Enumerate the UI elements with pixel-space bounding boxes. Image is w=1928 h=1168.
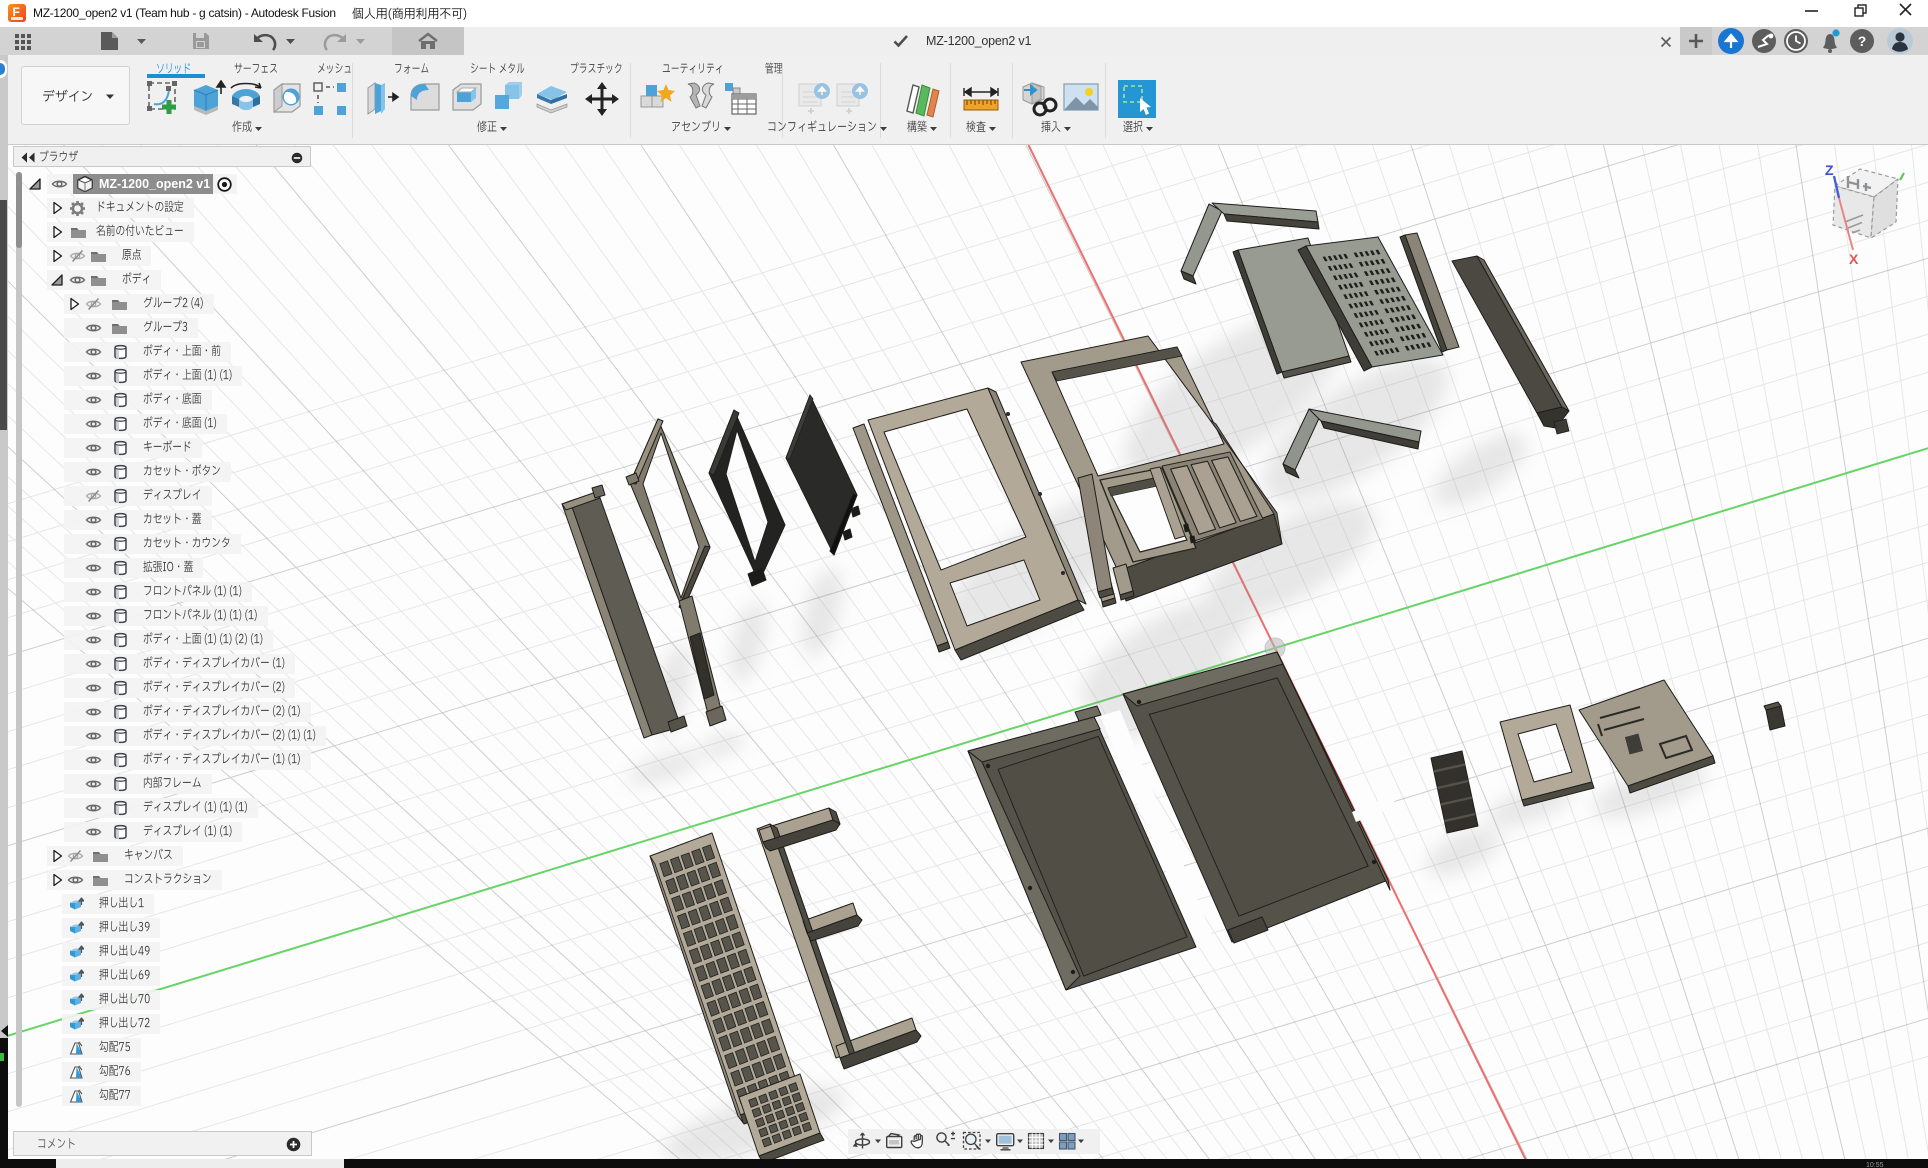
svg-text:Z: Z — [1825, 162, 1834, 178]
svg-text:X: X — [1849, 251, 1859, 267]
svg-text:?: ? — [1858, 33, 1867, 49]
